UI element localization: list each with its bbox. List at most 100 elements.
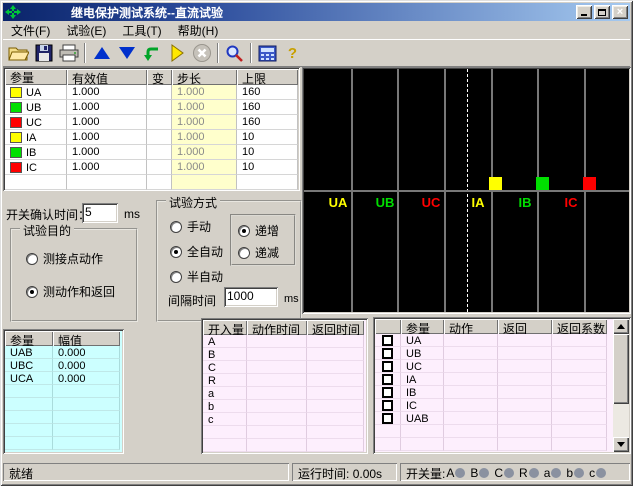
radio-semi-auto[interactable]: 半自动	[170, 268, 223, 285]
table-row: A	[203, 335, 366, 348]
value-cell[interactable]: 1.000	[67, 145, 147, 160]
limit-cell[interactable]: 10	[237, 130, 298, 145]
step-up-button[interactable]	[89, 41, 114, 65]
vary-cell[interactable]	[147, 85, 172, 100]
value-cell[interactable]: 1.000	[67, 115, 147, 130]
step-cell[interactable]: 1.000	[172, 145, 237, 160]
vertical-scrollbar[interactable]	[613, 319, 629, 452]
radio-increase[interactable]: 递增	[238, 222, 279, 239]
step-down-button[interactable]	[114, 41, 139, 65]
close-button[interactable]: ×	[612, 5, 628, 19]
maximize-button[interactable]	[594, 5, 610, 19]
param-cell: UCA	[5, 372, 53, 385]
switch-indicator-c: C	[494, 466, 514, 480]
start-test-button[interactable]	[164, 41, 189, 65]
col-header-param: 参量	[5, 69, 67, 85]
scroll-down-icon	[617, 442, 625, 447]
vary-cell[interactable]	[147, 130, 172, 145]
empty-cell	[498, 425, 552, 438]
checkbox-cell	[375, 360, 401, 373]
empty-cell	[203, 439, 247, 452]
step-cell[interactable]: 1.000	[172, 115, 237, 130]
radio-icon-selected	[238, 225, 250, 237]
checkbox[interactable]	[382, 400, 393, 411]
switch-state-icon	[479, 468, 489, 478]
value-cell[interactable]: 1.000	[67, 85, 147, 100]
param-name-cell: IC	[5, 160, 67, 175]
col-header-amplitude: 幅值	[53, 331, 120, 346]
vary-cell[interactable]	[147, 160, 172, 175]
step-cell[interactable]: 1.000	[172, 85, 237, 100]
menu-help[interactable]: 帮助(H)	[170, 21, 227, 40]
chart-label-ic: IC	[551, 195, 591, 210]
action-cell	[444, 399, 498, 412]
instrument-button[interactable]	[255, 41, 280, 65]
limit-cell[interactable]: 160	[237, 100, 298, 115]
vary-cell[interactable]	[147, 100, 172, 115]
scrollbar-thumb[interactable]	[613, 334, 629, 404]
switch-confirm-input[interactable]: 5	[82, 203, 118, 223]
reset-button[interactable]	[139, 41, 164, 65]
checkbox[interactable]	[382, 361, 393, 372]
interval-input[interactable]: 1000	[224, 287, 278, 307]
limit-cell[interactable]: 10	[237, 160, 298, 175]
title-bar[interactable]: 继电保护测试系统--直流试验 ×	[3, 3, 630, 21]
menu-test[interactable]: 试验(E)	[58, 21, 114, 40]
limit-cell[interactable]: 160	[237, 85, 298, 100]
col-header-checkbox	[375, 319, 401, 334]
step-cell[interactable]: 1.000	[172, 130, 237, 145]
open-file-button[interactable]	[6, 41, 31, 65]
return-time-cell	[307, 400, 364, 413]
vary-cell[interactable]	[147, 115, 172, 130]
table-row: IB	[375, 386, 629, 399]
radio-full-auto[interactable]: 全自动	[170, 243, 223, 260]
help-button[interactable]: ?	[280, 41, 305, 65]
value-cell[interactable]: 1.000	[67, 160, 147, 175]
zoom-button[interactable]	[222, 41, 247, 65]
menu-tools[interactable]: 工具(T)	[114, 21, 169, 40]
col-header-param: 参量	[401, 319, 444, 334]
chart-label-ua: UA	[318, 195, 358, 210]
col-header-limit: 上限	[237, 69, 298, 85]
empty-cell	[5, 411, 53, 424]
scroll-down-button[interactable]	[613, 437, 629, 452]
app-icon	[5, 5, 21, 19]
stop-test-button[interactable]	[189, 41, 214, 65]
print-button[interactable]	[56, 41, 81, 65]
stop-disabled-icon	[192, 43, 212, 63]
radio-contact-action[interactable]: 测接点动作	[26, 250, 103, 267]
param-name-cell: UA	[5, 85, 67, 100]
step-cell[interactable]: 1.000	[172, 160, 237, 175]
input-cell: A	[203, 335, 247, 348]
checkbox[interactable]	[382, 374, 393, 385]
amplitude-table: 参量 幅值 UAB 0.000 UBC 0.000 UCA 0.000	[3, 329, 124, 454]
value-cell[interactable]: 1.000	[67, 130, 147, 145]
radio-manual[interactable]: 手动	[170, 218, 211, 235]
param-label: IA	[26, 132, 36, 144]
param-label: UB	[26, 102, 41, 114]
minimize-button[interactable]	[576, 5, 592, 19]
radio-decrease[interactable]: 递减	[238, 244, 279, 261]
radio-action-return[interactable]: 测动作和返回	[26, 283, 115, 300]
limit-cell[interactable]: 10	[237, 145, 298, 160]
color-swatch	[10, 162, 22, 173]
empty-row	[5, 385, 122, 398]
empty-cell	[444, 425, 498, 438]
vary-cell[interactable]	[147, 145, 172, 160]
value-cell[interactable]: 1.000	[67, 100, 147, 115]
limit-cell[interactable]: 160	[237, 115, 298, 130]
runtime-label: 运行时间:	[298, 467, 349, 481]
checkbox[interactable]	[382, 348, 393, 359]
menu-file[interactable]: 文件(F)	[3, 21, 58, 40]
table-row: a	[203, 387, 366, 400]
action-time-cell	[247, 374, 307, 387]
scroll-up-button[interactable]	[613, 319, 629, 334]
param-name-cell: IA	[5, 130, 67, 145]
table-row: B	[203, 348, 366, 361]
checkbox[interactable]	[382, 335, 393, 346]
checkbox[interactable]	[382, 413, 393, 424]
checkbox[interactable]	[382, 387, 393, 398]
checkbox-cell	[375, 386, 401, 399]
step-cell[interactable]: 1.000	[172, 100, 237, 115]
save-button[interactable]	[31, 41, 56, 65]
